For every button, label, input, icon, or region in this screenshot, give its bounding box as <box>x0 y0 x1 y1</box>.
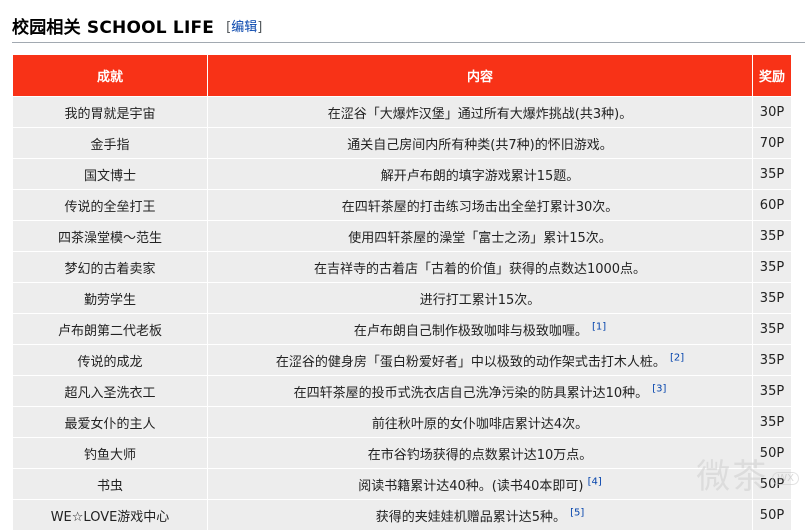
table-row: 国文博士 解开卢布朗的填字游戏累计15题。 35P <box>12 158 792 190</box>
section-heading: 校园相关 SCHOOL LIFE [编辑] <box>12 10 805 43</box>
achievement-content: 解开卢布朗的填字游戏累计15题。 <box>207 158 753 190</box>
footnote-link[interactable]: [4] <box>588 476 602 487</box>
achievement-reward: 70P <box>752 127 792 159</box>
achievement-name: 勤劳学生 <box>12 282 208 314</box>
achievement-content: 在涩谷的健身房「蛋白粉爱好者」中以极致的动作架式击打木人桩。 [2] <box>207 344 753 376</box>
footnote-link[interactable]: [1] <box>592 321 606 332</box>
achievement-reward: 30P <box>752 96 792 128</box>
achievement-name: WE☆LOVE游戏中心 <box>12 499 208 531</box>
table-row: 书虫 阅读书籍累计达40种。(读书40本即可) [4] 50P <box>12 468 792 500</box>
header-reward: 奖励 <box>752 54 792 97</box>
achievement-content: 在市谷钓场获得的点数累计达10万点。 <box>207 437 753 469</box>
achievement-reward: 35P <box>752 313 792 345</box>
table-row: 传说的全垒打王 在四轩茶屋的打击练习场击出全垒打累计30次。 60P <box>12 189 792 221</box>
achievement-content: 在卢布朗自己制作极致咖啡与极致咖喱。 [1] <box>207 313 753 345</box>
achievement-description: 在市谷钓场获得的点数累计达10万点。 <box>367 447 593 463</box>
achievement-reward: 35P <box>752 406 792 438</box>
table-row: 最爱女仆的主人 前往秋叶原的女仆咖啡店累计达4次。 35P <box>12 406 792 438</box>
achievement-description: 前往秋叶原的女仆咖啡店累计达4次。 <box>371 416 589 432</box>
achievement-description: 通关自己房间内所有种类(共7种)的怀旧游戏。 <box>347 137 613 153</box>
achievement-reward: 35P <box>752 282 792 314</box>
achievement-content: 获得的夹娃娃机赠品累计达5种。 [5] <box>207 499 753 531</box>
achievement-reward: 60P <box>752 189 792 221</box>
section-title: 校园相关 SCHOOL LIFE <box>12 17 215 38</box>
achievement-reward: 35P <box>752 344 792 376</box>
edit-bracket-close: ] <box>257 19 263 35</box>
achievement-name: 国文博士 <box>12 158 208 190</box>
achievement-name: 我的胃就是宇宙 <box>12 96 208 128</box>
table-row: 卢布朗第二代老板 在卢布朗自己制作极致咖啡与极致咖喱。 [1] 35P <box>12 313 792 345</box>
achievement-content: 使用四轩茶屋的澡堂「富士之汤」累计15次。 <box>207 220 753 252</box>
table-row: 四茶澡堂模～范生 使用四轩茶屋的澡堂「富士之汤」累计15次。 35P <box>12 220 792 252</box>
achievement-description: 在吉祥寺的古着店「古着的价值」获得的点数达1000点。 <box>313 261 647 277</box>
achievement-name: 卢布朗第二代老板 <box>12 313 208 345</box>
achievement-description: 在涩谷「大爆炸汉堡」通过所有大爆炸挑战(共3种)。 <box>327 106 633 122</box>
achievement-description: 阅读书籍累计达40种。(读书40本即可) <box>358 478 584 494</box>
achievement-name: 四茶澡堂模～范生 <box>12 220 208 252</box>
edit-section: [编辑] <box>226 16 262 35</box>
achievement-description: 进行打工累计15次。 <box>419 292 541 308</box>
watermark-badge: WX <box>772 472 799 485</box>
table-row: 金手指 通关自己房间内所有种类(共7种)的怀旧游戏。 70P <box>12 127 792 159</box>
achievement-content: 进行打工累计15次。 <box>207 282 753 314</box>
achievement-content: 阅读书籍累计达40种。(读书40本即可) [4] <box>207 468 753 500</box>
achievement-description: 在四轩茶屋的投币式洗衣店自己洗净污染的防具累计达10种。 <box>293 385 649 401</box>
edit-link[interactable]: 编辑 <box>231 20 257 35</box>
achievement-description: 在四轩茶屋的打击练习场击出全垒打累计30次。 <box>341 199 619 215</box>
footnote-link[interactable]: [2] <box>670 352 684 363</box>
table-row: 超凡入圣洗衣工 在四轩茶屋的投币式洗衣店自己洗净污染的防具累计达10种。 [3] 3… <box>12 375 792 407</box>
achievement-name: 超凡入圣洗衣工 <box>12 375 208 407</box>
watermark-logo: 微茶 <box>696 457 769 497</box>
achievement-reward: 35P <box>752 251 792 283</box>
achievement-name: 金手指 <box>12 127 208 159</box>
header-content: 内容 <box>207 54 753 97</box>
achievement-description: 在涩谷的健身房「蛋白粉爱好者」中以极致的动作架式击打木人桩。 <box>275 354 666 370</box>
achievement-description: 解开卢布朗的填字游戏累计15题。 <box>380 168 580 184</box>
achievement-description: 使用四轩茶屋的澡堂「富士之汤」累计15次。 <box>348 230 612 246</box>
achievement-description: 在卢布朗自己制作极致咖啡与极致咖喱。 <box>353 323 588 339</box>
table-row: 我的胃就是宇宙 在涩谷「大爆炸汉堡」通过所有大爆炸挑战(共3种)。 30P <box>12 96 792 128</box>
achievement-content: 前往秋叶原的女仆咖啡店累计达4次。 <box>207 406 753 438</box>
table-row: 梦幻的古着卖家 在吉祥寺的古着店「古着的价值」获得的点数达1000点。 35P <box>12 251 792 283</box>
table-header-row: 成就 内容 奖励 <box>12 54 792 97</box>
achievement-content: 在四轩茶屋的打击练习场击出全垒打累计30次。 <box>207 189 753 221</box>
footnote-link[interactable]: [3] <box>652 383 666 394</box>
achievement-reward: 35P <box>752 158 792 190</box>
footnote-link[interactable]: [5] <box>570 507 584 518</box>
achievements-table: 成就 内容 奖励 我的胃就是宇宙 在涩谷「大爆炸汉堡」通过所有大爆炸挑战(共3种)… <box>12 54 792 531</box>
achievement-name: 传说的成龙 <box>12 344 208 376</box>
achievement-reward: 35P <box>752 375 792 407</box>
table-row: 传说的成龙 在涩谷的健身房「蛋白粉爱好者」中以极致的动作架式击打木人桩。 [2] 3… <box>12 344 792 376</box>
achievement-name: 传说的全垒打王 <box>12 189 208 221</box>
achievement-content: 在吉祥寺的古着店「古着的价值」获得的点数达1000点。 <box>207 251 753 283</box>
watermark: 微茶 WX <box>696 449 799 498</box>
achievement-name: 钓鱼大师 <box>12 437 208 469</box>
achievement-reward: 50P <box>752 499 792 531</box>
table-row: 钓鱼大师 在市谷钓场获得的点数累计达10万点。 50P <box>12 437 792 469</box>
achievement-content: 在四轩茶屋的投币式洗衣店自己洗净污染的防具累计达10种。 [3] <box>207 375 753 407</box>
achievement-content: 在涩谷「大爆炸汉堡」通过所有大爆炸挑战(共3种)。 <box>207 96 753 128</box>
achievement-reward: 35P <box>752 220 792 252</box>
header-achievement: 成就 <box>12 54 208 97</box>
achievement-name: 最爱女仆的主人 <box>12 406 208 438</box>
table-row: 勤劳学生 进行打工累计15次。 35P <box>12 282 792 314</box>
achievement-name: 书虫 <box>12 468 208 500</box>
table-row: WE☆LOVE游戏中心 获得的夹娃娃机赠品累计达5种。 [5] 50P <box>12 499 792 531</box>
achievement-content: 通关自己房间内所有种类(共7种)的怀旧游戏。 <box>207 127 753 159</box>
achievement-description: 获得的夹娃娃机赠品累计达5种。 <box>375 509 566 525</box>
achievement-name: 梦幻的古着卖家 <box>12 251 208 283</box>
